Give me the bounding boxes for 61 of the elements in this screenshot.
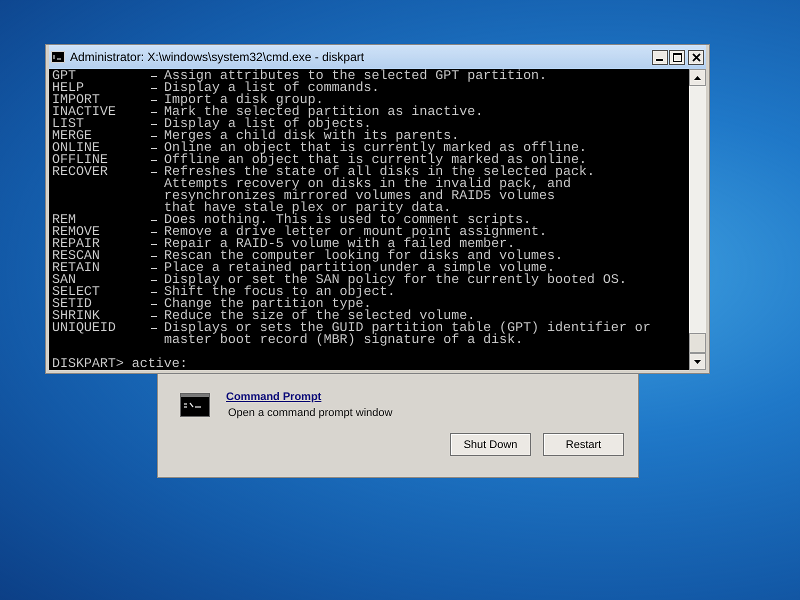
command-description: Change the partition type. — [164, 298, 372, 310]
dialog-button[interactable]: Shut Down — [450, 433, 531, 456]
command-name: IMPORT — [52, 94, 100, 106]
command-description: Display a list of commands. — [164, 82, 380, 94]
command-description: that have stale plex or parity data. — [164, 202, 452, 214]
vertical-scrollbar[interactable] — [689, 69, 706, 370]
command-name: SETID — [52, 298, 92, 310]
command-description: Refreshes the state of all disks in the selected pack. — [164, 166, 595, 178]
command-name: SAN — [52, 274, 76, 286]
down-arrow-icon — [694, 360, 701, 364]
dialog-button[interactable]: Restart — [543, 433, 624, 456]
command-description: Display or set the SAN policy for the currently booted OS. — [164, 274, 627, 286]
command-name: SELECT — [52, 286, 101, 298]
command-name: INACTIVE — [52, 106, 117, 118]
close-button[interactable] — [688, 50, 704, 64]
command-description: Remove a drive letter or mount point assignment. — [164, 226, 548, 238]
scroll-up-button[interactable] — [689, 69, 706, 86]
command-description: Does nothing. This is used to comment scripts. — [164, 214, 532, 226]
command-description: Online an object that is currently marked as offline. — [164, 142, 587, 154]
maximize-button[interactable] — [669, 50, 685, 64]
command-name: SHRINK — [52, 310, 100, 322]
command-description: Rescan the computer looking for disks and volumes. — [164, 250, 563, 262]
command-name: LIST — [52, 118, 84, 130]
command-name: REMOVE — [52, 226, 101, 238]
tool-description: Open a command prompt window — [228, 407, 392, 419]
command-name: HELP — [52, 82, 84, 94]
command-name: RECOVER — [52, 166, 109, 178]
command-description: Import a disk group. — [164, 94, 324, 106]
command-name: REM — [52, 214, 76, 226]
command-description: resynchronizes mirrored volumes and RAID5 volumes — [164, 190, 555, 202]
command-prompt-line: DISKPART> active: — [52, 358, 188, 370]
command-name: OFFLINE — [52, 154, 109, 166]
up-arrow-icon — [694, 76, 701, 80]
command-name: RETAIN — [52, 262, 101, 274]
command-description: Displays or sets the GUID partition table (GPT) identifier or — [164, 322, 651, 334]
maximize-icon — [672, 52, 682, 62]
command-name: UNIQUEID — [52, 322, 117, 334]
window-title: Administrator: X:\windows\system32\cmd.exe - diskpart — [70, 50, 366, 64]
command-description: Place a retained partition under a simple volume. — [164, 262, 555, 274]
command-name: RESCAN — [52, 250, 101, 262]
command-description: Shift the focus to an object. — [164, 286, 396, 298]
command-description: Display a list of objects. — [164, 118, 372, 130]
command-description: Mark the selected partition as inactive. — [164, 106, 484, 118]
command-description: Reduce the size of the selected volume. — [164, 310, 476, 322]
minimize-button[interactable] — [652, 50, 668, 64]
command-description: Offline an object that is currently marked as online. — [164, 154, 587, 166]
command-description: Assign attributes to the selected GPT partition. — [164, 70, 548, 82]
command-description: Merges a child disk with its parents. — [164, 130, 460, 142]
command-description: Repair a RAID-5 volume with a failed member. — [164, 238, 516, 250]
command-name: GPT — [52, 70, 76, 82]
command-prompt-link[interactable]: Command Prompt — [226, 391, 392, 403]
console-icon — [51, 51, 65, 63]
command-name: ONLINE — [52, 142, 100, 154]
command-description: master boot record (MBR) signature of a disk. — [164, 334, 524, 346]
command-description: Attempts recovery on disks in the invalid pack, and — [164, 178, 571, 190]
command-name: MERGE — [52, 130, 92, 142]
command-name: REPAIR — [52, 238, 101, 250]
scroll-thumb[interactable] — [689, 333, 706, 353]
command-prompt-icon — [180, 393, 210, 417]
scroll-down-button[interactable] — [689, 353, 706, 370]
close-icon — [692, 52, 700, 62]
